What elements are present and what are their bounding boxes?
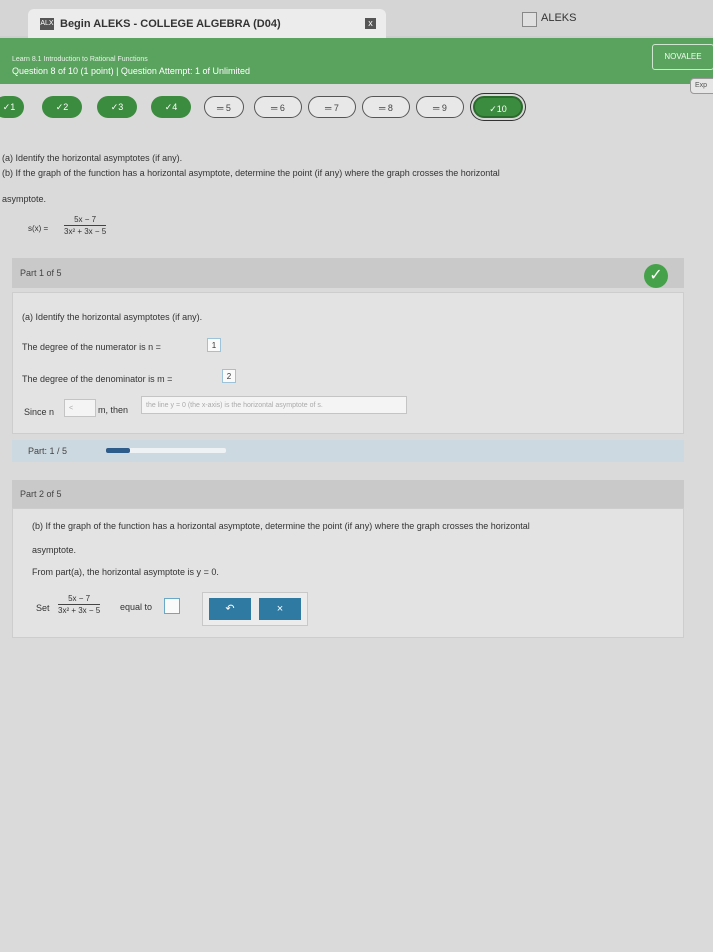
m-then-label: m, then bbox=[98, 405, 129, 415]
problem-part-b: (b) If the graph of the function has a h… bbox=[2, 168, 500, 178]
part-progress-label: Part: 1 / 5 bbox=[28, 446, 68, 456]
question-nav-2[interactable]: ✓2 bbox=[42, 96, 82, 118]
clear-button[interactable]: × bbox=[259, 598, 301, 620]
denominator-degree-answer[interactable]: 2 bbox=[222, 369, 236, 383]
question-nav-10[interactable]: ✓10 bbox=[473, 96, 523, 118]
question-nav-8[interactable]: ═ 8 bbox=[362, 96, 410, 118]
part2-denominator: 3x² + 3x − 5 bbox=[58, 606, 101, 615]
question-info: Question 8 of 10 (1 point) | Question At… bbox=[12, 66, 250, 76]
question-nav-9[interactable]: ═ 9 bbox=[416, 96, 464, 118]
numerator-degree-label: The degree of the numerator is n = bbox=[22, 342, 161, 352]
part1-prompt: (a) Identify the horizontal asymptotes (… bbox=[22, 312, 203, 322]
part2-prompt-cont: asymptote. bbox=[32, 545, 77, 555]
part-progress-fill bbox=[106, 448, 130, 453]
tab2-title[interactable]: ALEKS bbox=[541, 12, 576, 24]
aleks-tab-icon[interactable] bbox=[522, 12, 537, 27]
exit-button[interactable]: Exp bbox=[690, 78, 713, 94]
question-nav-6[interactable]: ═ 6 bbox=[254, 96, 302, 118]
user-menu-button[interactable]: NOVALEE bbox=[652, 44, 713, 70]
denominator-degree-label: The degree of the denominator is m = bbox=[22, 374, 173, 384]
problem-part-a: (a) Identify the horizontal asymptotes (… bbox=[2, 153, 183, 163]
function-numerator: 5x − 7 bbox=[64, 215, 107, 226]
part-progress-row: Part: 1 / 5 bbox=[12, 440, 684, 462]
part1-header[interactable]: Part 1 of 5 bbox=[12, 258, 684, 288]
comparison-select[interactable]: < bbox=[64, 399, 96, 417]
answer-input[interactable] bbox=[164, 598, 180, 614]
check-icon: ✓ bbox=[644, 264, 668, 288]
problem-part-b-cont: asymptote. bbox=[2, 194, 47, 204]
tab-close-icon[interactable]: x bbox=[365, 18, 376, 29]
question-nav-5[interactable]: ═ 5 bbox=[204, 96, 244, 118]
browser-tab-active[interactable]: ALX Begin ALEKS - COLLEGE ALGEBRA (D04) … bbox=[28, 9, 386, 39]
undo-button[interactable]: ↶ bbox=[209, 598, 251, 620]
part1-title: Part 1 of 5 bbox=[20, 268, 62, 278]
set-label: Set bbox=[36, 603, 50, 613]
part2-numerator: 5x − 7 bbox=[58, 594, 101, 605]
since-label: Since n bbox=[24, 407, 55, 417]
part-progress-track bbox=[106, 448, 226, 453]
topic-title: Learn 8.1 Introduction to Rational Funct… bbox=[12, 56, 148, 63]
function-lhs: s(x) = bbox=[28, 224, 49, 233]
aleks-favicon-icon: ALX bbox=[40, 18, 54, 30]
asymptote-statement: From part(a), the horizontal asymptote i… bbox=[32, 567, 219, 577]
question-nav-4[interactable]: ✓4 bbox=[151, 96, 191, 118]
numerator-degree-answer[interactable]: 1 bbox=[207, 338, 221, 352]
question-nav-7[interactable]: ═ 7 bbox=[308, 96, 356, 118]
function-fraction: 5x − 7 3x² + 3x − 5 bbox=[64, 215, 107, 236]
question-nav-3[interactable]: ✓3 bbox=[97, 96, 137, 118]
answer-keypad: ↶ × bbox=[202, 592, 308, 626]
course-header: Learn 8.1 Introduction to Rational Funct… bbox=[0, 38, 713, 84]
part2-prompt: (b) If the graph of the function has a h… bbox=[32, 521, 530, 531]
browser-tab-bar: ALX Begin ALEKS - COLLEGE ALGEBRA (D04) … bbox=[0, 0, 713, 39]
tab-title: Begin ALEKS - COLLEGE ALGEBRA (D04) bbox=[60, 18, 281, 30]
question-nav-1[interactable]: ✓1 bbox=[0, 96, 24, 118]
part2-header[interactable]: Part 2 of 5 bbox=[12, 480, 684, 508]
function-denominator: 3x² + 3x − 5 bbox=[64, 227, 107, 236]
equal-to-label: equal to bbox=[120, 602, 153, 612]
part2-fraction: 5x − 7 3x² + 3x − 5 bbox=[58, 594, 101, 615]
part2-title: Part 2 of 5 bbox=[20, 489, 62, 499]
conclusion-select[interactable]: the line y = 0 (the x-axis) is the horiz… bbox=[141, 396, 407, 414]
